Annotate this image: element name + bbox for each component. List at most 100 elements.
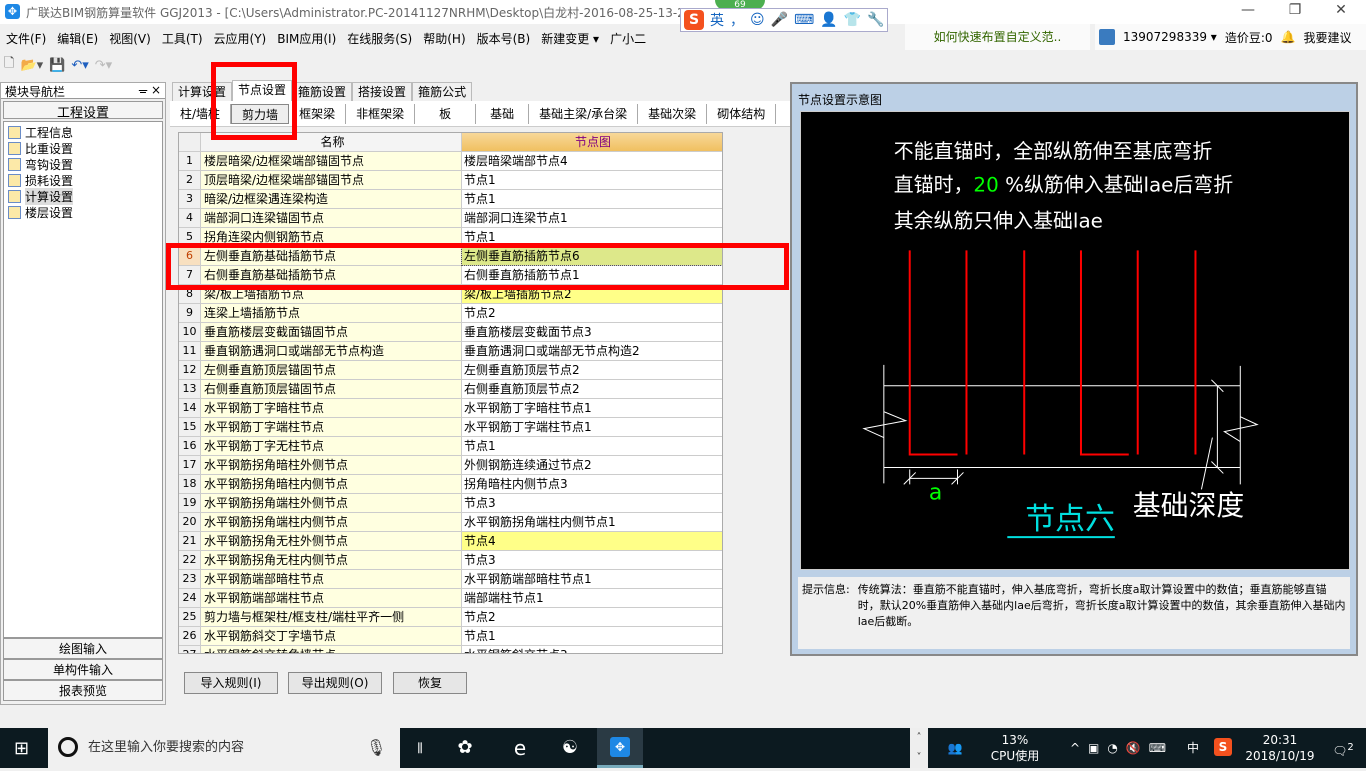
- table-row[interactable]: 10 垂直筋楼层变截面锚固节点 垂直筋楼层变截面节点3: [179, 323, 722, 342]
- export-rules-button[interactable]: 导出规则(O): [288, 672, 382, 694]
- table-row[interactable]: 16 水平钢筋丁字无柱节点 节点1: [179, 437, 722, 456]
- browser-icon[interactable]: ☯: [555, 728, 585, 768]
- node-diagram-cell[interactable]: 垂直筋楼层变截面节点3: [462, 323, 722, 341]
- bell-icon[interactable]: 🔔: [1281, 30, 1296, 44]
- table-row[interactable]: 17 水平钢筋拐角暗柱外侧节点 外侧钢筋连续通过节点2: [179, 456, 722, 475]
- nav-drawing-input[interactable]: 绘图输入: [3, 638, 163, 659]
- subtab-foundation-secondary[interactable]: 基础次梁: [638, 103, 708, 124]
- nav-item-hook[interactable]: 弯钩设置: [8, 156, 158, 172]
- skin-icon[interactable]: 👕: [844, 12, 861, 28]
- node-diagram-cell[interactable]: 水平钢筋丁字暗柱节点1: [462, 399, 722, 417]
- restore-button[interactable]: ❐: [1272, 2, 1318, 22]
- table-row[interactable]: 2 顶层暗梁/边框梁端部锚固节点 节点1: [179, 171, 722, 190]
- emoji-icon[interactable]: ☺: [750, 12, 765, 28]
- menu-file[interactable]: 文件(F): [6, 30, 46, 47]
- new-file-icon[interactable]: 🗋: [4, 54, 14, 76]
- ie-icon[interactable]: e: [505, 728, 535, 768]
- nav-item-calc[interactable]: 计算设置: [8, 187, 158, 205]
- table-row[interactable]: 1 楼层暗梁/边框梁端部锚固节点 楼层暗梁端部节点4: [179, 152, 722, 171]
- nav-item-loss[interactable]: 损耗设置: [8, 172, 158, 188]
- wrench-icon[interactable]: 🔧: [867, 12, 884, 28]
- table-row[interactable]: 19 水平钢筋拐角端柱外侧节点 节点3: [179, 494, 722, 513]
- sogou-tray-icon[interactable]: S: [1214, 738, 1232, 756]
- import-rules-button[interactable]: 导入规则(I): [184, 672, 278, 694]
- suggest-button[interactable]: 我要建议: [1303, 29, 1351, 46]
- subtab-foundation-beam[interactable]: 基础主梁/承台梁: [529, 103, 639, 124]
- node-diagram-cell[interactable]: 左侧垂直筋顶层节点2: [462, 361, 722, 379]
- table-row[interactable]: 3 暗梁/边框梁遇连梁构造 节点1: [179, 190, 722, 209]
- node-diagram-cell[interactable]: 节点4: [462, 532, 722, 550]
- cortana-icon[interactable]: [58, 737, 78, 757]
- nav-section-project-settings[interactable]: 工程设置: [3, 101, 163, 121]
- redo-icon[interactable]: ↷▾: [95, 58, 112, 73]
- menu-assistant[interactable]: 广小二: [610, 30, 646, 47]
- clock[interactable]: 20:31 2018/10/19: [1240, 728, 1320, 768]
- menu-view[interactable]: 视图(V): [109, 30, 151, 47]
- user-account[interactable]: 13907298339 ▾: [1123, 30, 1217, 44]
- open-file-icon[interactable]: 📂▾: [20, 58, 43, 73]
- nav-item-density[interactable]: 比重设置: [8, 140, 158, 156]
- table-row[interactable]: 13 右侧垂直筋顶层锚固节点 右侧垂直筋顶层节点2: [179, 380, 722, 399]
- node-diagram-cell[interactable]: 外侧钢筋连续通过节点2: [462, 456, 722, 474]
- nav-single-input[interactable]: 单构件输入: [3, 659, 163, 680]
- node-diagram-cell[interactable]: 楼层暗梁端部节点4: [462, 152, 722, 170]
- table-row[interactable]: 22 水平钢筋拐角无柱内侧节点 节点3: [179, 551, 722, 570]
- ggj-taskbar-app[interactable]: ✥: [597, 728, 643, 768]
- menu-online[interactable]: 在线服务(S): [347, 30, 412, 47]
- table-row[interactable]: 15 水平钢筋丁字端柱节点 水平钢筋丁字端柱节点1: [179, 418, 722, 437]
- nav-item-floor[interactable]: 楼层设置: [8, 204, 158, 220]
- node-diagram-cell[interactable]: 水平钢筋丁字端柱节点1: [462, 418, 722, 436]
- menu-help[interactable]: 帮助(H): [423, 30, 465, 47]
- sogou-logo-icon[interactable]: S: [684, 10, 704, 30]
- notification-center-icon[interactable]: 🗨2: [1325, 728, 1361, 768]
- node-diagram-cell[interactable]: 节点3: [462, 494, 722, 512]
- people-icon[interactable]: 👥: [940, 728, 970, 768]
- node-diagram-cell[interactable]: 端部端柱节点1: [462, 589, 722, 607]
- table-row[interactable]: 24 水平钢筋端部端柱节点 端部端柱节点1: [179, 589, 722, 608]
- subtab-slab[interactable]: 板: [415, 103, 477, 124]
- table-row[interactable]: 12 左侧垂直筋顶层锚固节点 左侧垂直筋顶层节点2: [179, 361, 722, 380]
- subtab-nonframe-beam[interactable]: 非框架梁: [346, 103, 416, 124]
- task-view-icon[interactable]: ⫼: [405, 728, 435, 768]
- pin-icon[interactable]: ᚚ: [139, 83, 147, 97]
- ime-lang[interactable]: 英: [710, 10, 724, 30]
- mic-icon[interactable]: 🎙: [366, 738, 386, 757]
- nav-report-preview[interactable]: 报表预览: [3, 680, 163, 701]
- subtab-masonry[interactable]: 砌体结构: [707, 103, 777, 124]
- node-diagram-cell[interactable]: 端部洞口连梁节点1: [462, 209, 722, 227]
- table-row[interactable]: 25 剪力墙与框架柱/框支柱/端柱平齐一侧 节点2: [179, 608, 722, 627]
- node-diagram-cell[interactable]: 节点2: [462, 304, 722, 322]
- node-diagram-cell[interactable]: 节点1: [462, 437, 722, 455]
- node-diagram-cell[interactable]: 拐角暗柱内侧节点3: [462, 475, 722, 493]
- nav-close-icon[interactable]: ×: [151, 83, 161, 97]
- node-diagram-cell[interactable]: 节点3: [462, 551, 722, 569]
- subtab-frame-beam[interactable]: 框架梁: [289, 103, 347, 124]
- node-diagram-cell[interactable]: 节点1: [462, 627, 722, 645]
- table-row[interactable]: 9 连梁上墙插筋节点 节点2: [179, 304, 722, 323]
- taskbar-scroll[interactable]: ˄ ˅: [910, 728, 928, 768]
- restore-button[interactable]: 恢复: [393, 672, 467, 694]
- undo-icon[interactable]: ↶▾: [71, 58, 88, 73]
- tab-lap-settings[interactable]: 搭接设置: [352, 82, 413, 101]
- node-diagram-cell[interactable]: 节点2: [462, 608, 722, 626]
- save-icon[interactable]: 💾: [49, 58, 65, 73]
- menu-edit[interactable]: 编辑(E): [57, 30, 98, 47]
- menu-cloud[interactable]: 云应用(Y): [214, 30, 267, 47]
- table-row[interactable]: 23 水平钢筋端部暗柱节点 水平钢筋端部暗柱节点1: [179, 570, 722, 589]
- windows-start-icon[interactable]: ⊞: [14, 738, 29, 759]
- mic-icon[interactable]: 🎤: [771, 12, 788, 28]
- node-diagram-cell[interactable]: 节点1: [462, 190, 722, 208]
- keyboard-icon[interactable]: ⌨: [794, 12, 814, 28]
- node-diagram-cell[interactable]: 节点1: [462, 171, 722, 189]
- table-row[interactable]: 18 水平钢筋拐角暗柱内侧节点 拐角暗柱内侧节点3: [179, 475, 722, 494]
- tab-stirrup-formula[interactable]: 箍筋公式: [412, 82, 473, 101]
- close-button[interactable]: ✕: [1318, 2, 1364, 22]
- table-row[interactable]: 26 水平钢筋斜交丁字墙节点 节点1: [179, 627, 722, 646]
- node-diagram-cell[interactable]: 水平钢筋拐角端柱内侧节点1: [462, 513, 722, 531]
- menu-new-change[interactable]: 新建变更 ▾: [541, 30, 599, 47]
- fan-app-icon[interactable]: ✿: [450, 728, 480, 768]
- menu-tools[interactable]: 工具(T): [162, 30, 203, 47]
- subtab-foundation[interactable]: 基础: [476, 103, 530, 124]
- tray-icons[interactable]: ^▣◔🔇⌨: [1052, 728, 1192, 768]
- minimize-button[interactable]: —: [1225, 2, 1271, 22]
